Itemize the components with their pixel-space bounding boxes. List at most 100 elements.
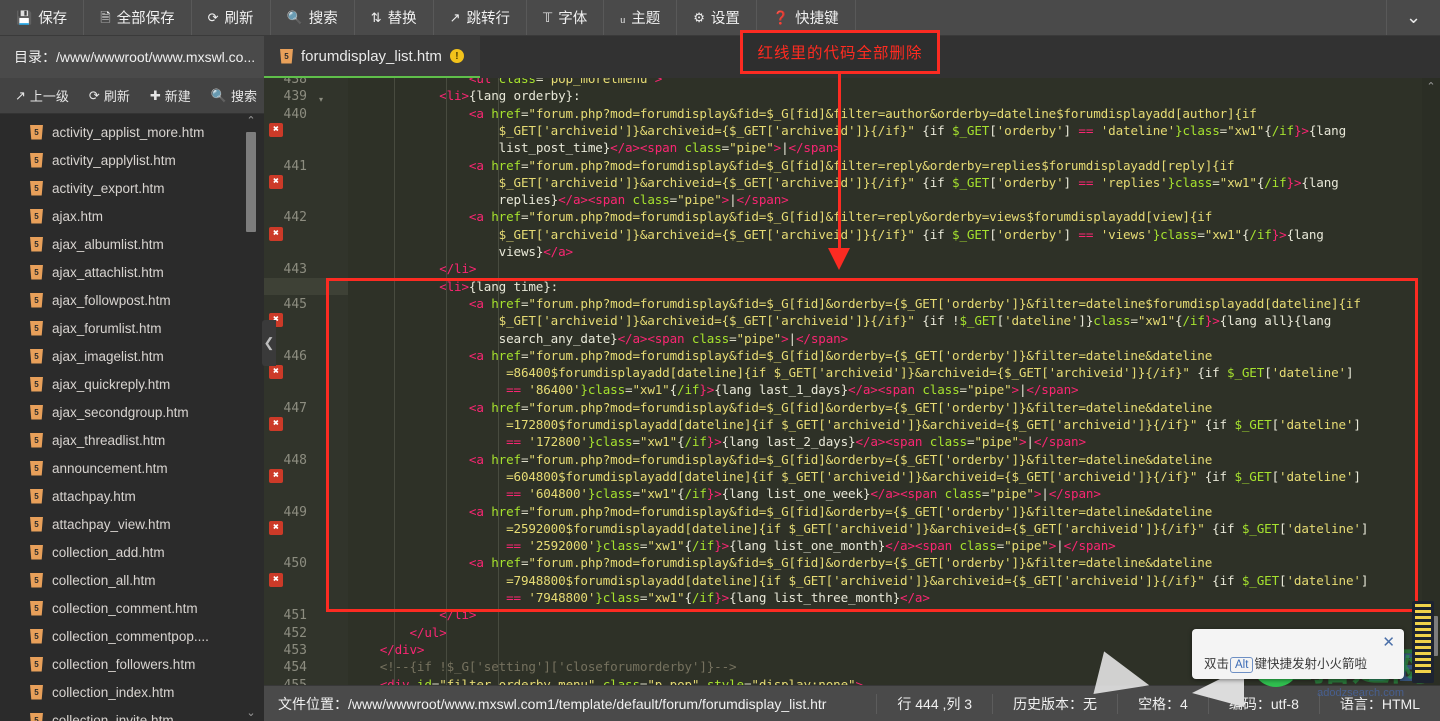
code-token: </span>	[1048, 486, 1101, 502]
file-list-item[interactable]: collection_add.htm	[0, 538, 264, 566]
toolbar-button-search[interactable]: 🔍 搜索	[271, 0, 355, 35]
file-list-item[interactable]: ajax_imagelist.htm	[0, 342, 264, 370]
code-line[interactable]: </div>	[350, 642, 425, 657]
file-list-item[interactable]: collection_comment.htm	[0, 594, 264, 622]
file-list-item[interactable]: ajax_followpost.htm	[0, 286, 264, 314]
code-line[interactable]: replies}</a><span class="pipe">|</span>	[350, 192, 789, 207]
code-line[interactable]: <a href="forum.php?mod=forumdisplay&fid=…	[350, 158, 1235, 173]
code-line[interactable]: <!--{if !$_G['setting']['closeforumorder…	[350, 659, 737, 675]
code-line[interactable]: == '172800'}class="xw1"{/if}>{lang last_…	[350, 434, 1086, 449]
toolbar-button-replace[interactable]: ⇅ 替换	[355, 0, 434, 35]
file-list-item[interactable]: announcement.htm	[0, 454, 264, 482]
code-line[interactable]: <div id="filter_orderby_menu" class="p_p…	[350, 677, 863, 686]
file-list-item[interactable]: activity_applylist.htm	[0, 146, 264, 174]
code-line[interactable]: $_GET['archiveid']}&archiveid={$_GET['ar…	[350, 227, 1324, 242]
code-line[interactable]: <a href="forum.php?mod=forumdisplay&fid=…	[350, 504, 1212, 519]
error-marker-icon[interactable]: ✖	[269, 226, 283, 241]
scroll-down-icon[interactable]: ⌄	[246, 706, 256, 719]
sidebar-collapse-handle[interactable]: ❮	[262, 320, 276, 366]
file-list-scrollbar[interactable]: ⌃ ⌄	[246, 114, 256, 721]
code-line[interactable]: =172800$forumdisplayadd[dateline]{if $_G…	[350, 417, 1361, 432]
error-marker-icon[interactable]: ✖	[269, 520, 283, 535]
code-line[interactable]: views}</a>	[350, 244, 573, 259]
file-list-item[interactable]: activity_applist_more.htm	[0, 118, 264, 146]
file-list-item[interactable]: ajax_threadlist.htm	[0, 426, 264, 454]
error-marker-icon[interactable]: ✖	[269, 572, 283, 587]
file-list-item[interactable]: activity_export.htm	[0, 174, 264, 202]
code-line[interactable]: <li>{lang orderby}:	[350, 88, 580, 103]
code-line[interactable]: <a href="forum.php?mod=forumdisplay&fid=…	[350, 296, 1361, 311]
code-line[interactable]: =604800$forumdisplayadd[dateline]{if $_G…	[350, 469, 1361, 484]
code-line[interactable]: == '7948800'}class="xw1"{/if}>{lang list…	[350, 590, 930, 605]
code-line[interactable]: == '604800'}class="xw1"{/if}>{lang list_…	[350, 486, 1101, 501]
error-marker-icon[interactable]: ✖	[269, 174, 283, 189]
file-list-item[interactable]: ajax_albumlist.htm	[0, 230, 264, 258]
code-line[interactable]: =7948800$forumdisplayadd[dateline]{if $_…	[350, 573, 1368, 588]
code-line[interactable]: <a href="forum.php?mod=forumdisplay&fid=…	[350, 400, 1212, 415]
code-editor[interactable]: <ul class="pop_morelmenu"> <li>{lang ord…	[264, 78, 1440, 685]
code-line[interactable]: <a href="forum.php?mod=forumdisplay&fid=…	[350, 106, 1257, 121]
file-list-item[interactable]: collection_commentpop....	[0, 622, 264, 650]
new-file-button[interactable]: ✚ 新建	[141, 86, 200, 105]
file-list-item[interactable]: ajax_forumlist.htm	[0, 314, 264, 342]
toolbar-button-goto-line[interactable]: ↗ 跳转行	[434, 0, 528, 35]
code-line[interactable]: =86400$forumdisplayadd[dateline]{if $_GE…	[350, 365, 1353, 380]
code-line[interactable]: <ul class="pop_morelmenu">	[350, 78, 662, 86]
code-line[interactable]: <li>{lang time}:	[350, 279, 558, 294]
code-line[interactable]: $_GET['archiveid']}&archiveid={$_GET['ar…	[350, 123, 1347, 138]
file-list-item[interactable]: collection_followers.htm	[0, 650, 264, 678]
error-marker-icon[interactable]: ✖	[269, 122, 283, 137]
toolbar-collapse-button[interactable]: ⌄	[1386, 0, 1440, 35]
code-token: 'dateline'	[1279, 468, 1354, 484]
close-icon[interactable]: ✕	[1382, 633, 1395, 651]
toolbar-button-save[interactable]: 💾 保存	[0, 0, 85, 35]
tab-forumdisplay-list[interactable]: forumdisplay_list.htm !	[264, 36, 480, 78]
code-line[interactable]: </ul>	[350, 625, 446, 640]
file-list-item[interactable]: ajax_secondgroup.htm	[0, 398, 264, 426]
error-marker-icon[interactable]: ✖	[269, 417, 283, 431]
refresh-files-button[interactable]: ⟳ 刷新	[80, 86, 139, 105]
code-line[interactable]: == '2592000'}class = "xw1"{/if}>{lang list…	[350, 538, 1116, 553]
code-fold-gutter[interactable]	[316, 78, 348, 685]
status-history-version[interactable]: 历史版本：无	[992, 693, 1117, 714]
code-line[interactable]: <a href="forum.php?mod=forumdisplay&fid=…	[350, 452, 1212, 467]
code-line[interactable]: search_any_date}</a><span class="pipe">|…	[350, 331, 849, 346]
code-line[interactable]: <a href="forum.php?mod=forumdisplay&fid=…	[350, 209, 1212, 224]
code-token: <!--{if !$_G['setting']['closeforumorder…	[379, 659, 737, 675]
file-list[interactable]: activity_applist_more.htm activity_applyl…	[0, 114, 264, 721]
code-line[interactable]: == '86400'}class = "xw1"{/if}>{lang last_1…	[350, 382, 1079, 397]
editor-vertical-scrollbar[interactable]: ⌃ ⌄	[1422, 78, 1440, 685]
error-marker-icon[interactable]: ✖	[269, 365, 283, 380]
up-level-button[interactable]: ↗ 上一级	[6, 86, 78, 105]
file-list-item[interactable]: ajax_attachlist.htm	[0, 258, 264, 286]
file-list-item[interactable]: attachpay_view.htm	[0, 510, 264, 538]
file-list-item[interactable]: collection_all.htm	[0, 566, 264, 594]
file-list-item[interactable]: ajax_quickreply.htm	[0, 370, 264, 398]
file-list-item[interactable]: collection_index.htm	[0, 678, 264, 706]
annotation-note: 红线里的代码全部删除	[740, 30, 940, 74]
code-line[interactable]: </li>	[350, 607, 476, 622]
code-line[interactable]: <a href="forum.php?mod=forumdisplay&fid=…	[350, 555, 1212, 570]
fold-toggle-icon[interactable]: ▾	[319, 95, 323, 104]
toolbar-button-theme[interactable]: ᵤ 主题	[604, 0, 678, 35]
code-line[interactable]: =2592000$forumdisplayadd[dateline]{if $_…	[350, 521, 1368, 536]
error-marker-icon[interactable]: ✖	[269, 468, 283, 483]
toolbar-button-refresh[interactable]: ⟳ 刷新	[192, 0, 271, 35]
code-line[interactable]: <a href="forum.php?mod=forumdisplay&fid=…	[350, 348, 1212, 363]
search-files-button[interactable]: 🔍 搜索	[202, 86, 266, 105]
scrollbar-thumb[interactable]	[246, 132, 256, 232]
file-list-item[interactable]: attachpay.htm	[0, 482, 264, 510]
file-list-item[interactable]: ajax.htm	[0, 202, 264, 230]
scroll-up-icon[interactable]: ⌃	[1422, 80, 1440, 93]
file-list-item[interactable]: collection_invite.htm	[0, 706, 264, 721]
code-line[interactable]: list_post_time}</a><span class="pipe">|<…	[350, 140, 841, 155]
toolbar-button-save-all[interactable]: 🗎 全部保存	[84, 0, 192, 35]
code-content[interactable]: <ul class="pop_morelmenu"> <li>{lang ord…	[348, 78, 1440, 685]
scroll-up-icon[interactable]: ⌃	[246, 114, 256, 127]
code-line[interactable]: </li>	[350, 261, 476, 276]
toolbar-button-font[interactable]: 𝕋 字体	[527, 0, 605, 35]
